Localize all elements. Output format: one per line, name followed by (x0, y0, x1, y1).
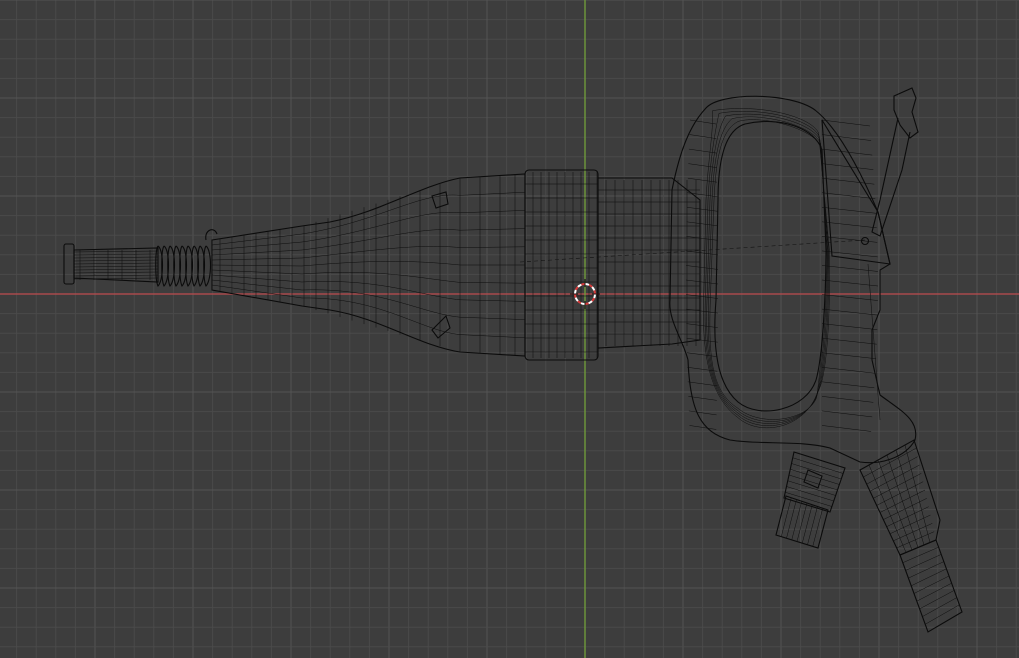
3d-cursor-icon[interactable] (0, 0, 1019, 658)
3d-viewport[interactable] (0, 0, 1019, 658)
